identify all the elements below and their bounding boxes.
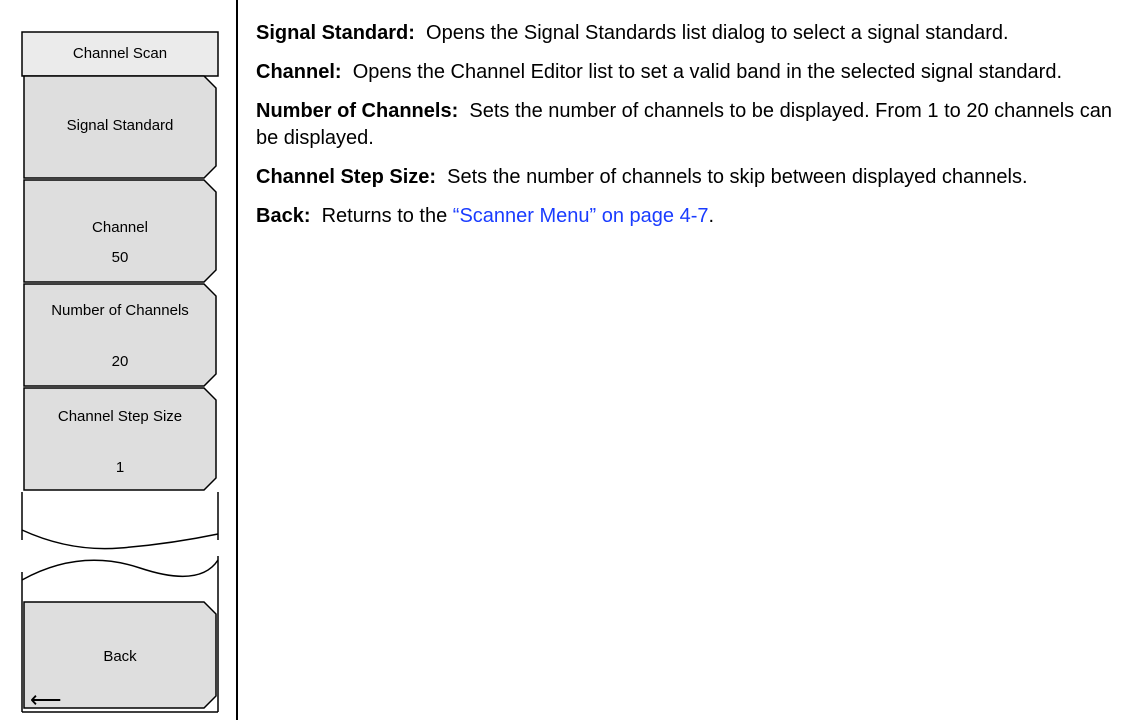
key-descriptions: Signal Standard: Opens the Signal Standa…: [256, 20, 1128, 242]
description-channel: Channel: Opens the Channel Editor list t…: [256, 59, 1128, 86]
description-text: Opens the Signal Standards list dialog t…: [426, 22, 1009, 44]
channel-step-size-key[interactable]: Channel Step Size 1: [22, 388, 218, 490]
scanner-menu-link[interactable]: “Scanner Menu” on page 4-7: [453, 205, 709, 227]
back-arrow-icon: ⟵: [30, 687, 62, 712]
description-text: Opens the Channel Editor list to set a v…: [352, 61, 1063, 83]
signal-standard-key[interactable]: Signal Standard: [22, 76, 218, 178]
key-label: Signal Standard: [66, 117, 174, 134]
description-back: Back: Returns to the “Scanner Menu” on p…: [256, 203, 1128, 230]
key-label: Back: [103, 648, 137, 665]
vertical-divider: [236, 0, 238, 720]
key-value: 1: [115, 459, 125, 476]
term: Channel Step Size:: [256, 166, 437, 188]
term: Channel:: [256, 61, 342, 83]
description-channel-step-size: Channel Step Size: Sets the number of ch…: [256, 164, 1128, 191]
key-label: Channel Step Size: [57, 408, 183, 425]
description-end: .: [708, 205, 715, 227]
channel-key[interactable]: Channel 50: [22, 180, 218, 282]
key-value: 20: [111, 353, 129, 370]
term: Number of Channels:: [256, 100, 459, 122]
number-of-channels-key[interactable]: Number of Channels 20: [22, 284, 218, 386]
term: Back:: [256, 205, 311, 227]
description-text: Returns to the: [321, 205, 448, 227]
description-number-of-channels: Number of Channels: Sets the number of c…: [256, 98, 1128, 152]
key-value: 50: [111, 249, 129, 266]
key-label: Channel: [92, 219, 148, 236]
soft-key-menu: Channel Scan Signal Standard Channel 50 …: [0, 0, 236, 720]
menu-title: Channel Scan: [72, 45, 168, 62]
description-signal-standard: Signal Standard: Opens the Signal Standa…: [256, 20, 1128, 47]
key-label: Number of Channels: [51, 302, 189, 319]
description-text: Sets the number of channels to skip betw…: [447, 166, 1028, 188]
term: Signal Standard:: [256, 22, 415, 44]
